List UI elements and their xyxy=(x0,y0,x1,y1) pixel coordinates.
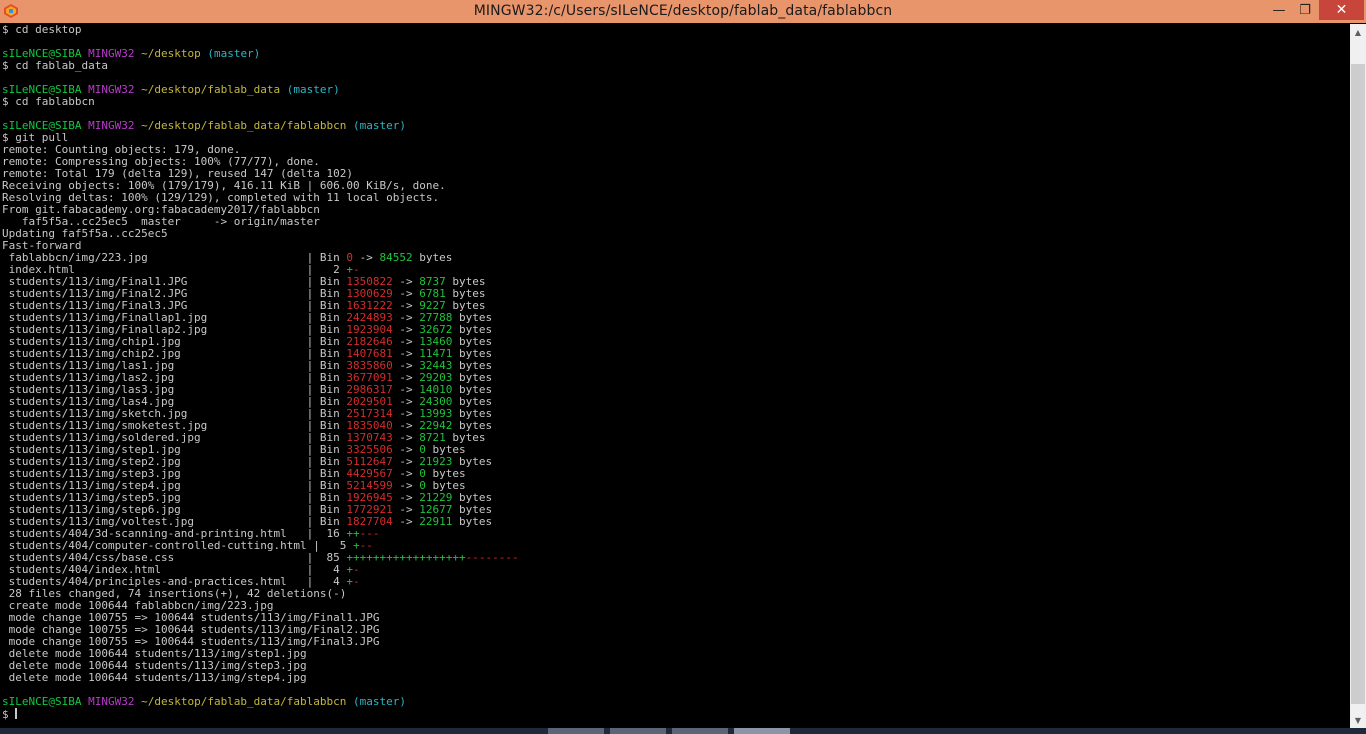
scroll-down-arrow-icon[interactable]: ▼ xyxy=(1350,712,1366,728)
terminal-line: Updating faf5f5a..cc25ec5 xyxy=(2,228,1348,240)
terminal-line: sILeNCE@SIBA MINGW32 ~/desktop/fablab_da… xyxy=(2,84,1348,96)
minimize-button[interactable]: — xyxy=(1266,0,1292,20)
deletion-text: - xyxy=(353,575,360,588)
insertion-text: 84552 xyxy=(379,251,413,264)
prompt-path: ~/desktop/fablab_data xyxy=(141,83,281,96)
terminal-text: bytes xyxy=(412,251,453,264)
terminal-text: $ cd fablabbcn xyxy=(2,95,95,108)
taskbar-button[interactable] xyxy=(672,728,728,734)
insertion-text: ++++++++++++++++++ xyxy=(346,551,466,564)
scrollbar-thumb[interactable] xyxy=(1351,64,1365,704)
terminal-line: sILeNCE@SIBA MINGW32 ~/desktop/fablab_da… xyxy=(2,120,1348,132)
terminal-window: MINGW32:/c/Users/sILeNCE/desktop/fablab_… xyxy=(0,0,1366,734)
prompt-host: MINGW32 xyxy=(88,119,135,132)
taskbar-button-active[interactable] xyxy=(734,728,790,734)
close-button[interactable]: ✕ xyxy=(1319,0,1364,20)
terminal-text: -> xyxy=(392,515,420,528)
taskbar-button[interactable] xyxy=(548,728,604,734)
terminal-text: $ cd fablab_data xyxy=(2,59,108,72)
terminal-line: delete mode 100644 students/113/img/step… xyxy=(2,672,1348,684)
terminal-text: $ xyxy=(2,708,16,721)
terminal-line: $ xyxy=(2,708,1348,721)
prompt-user: sILeNCE@SIBA xyxy=(2,695,82,708)
prompt-branch: (master) xyxy=(353,695,407,708)
prompt-branch: (master) xyxy=(353,119,407,132)
insertion-text: 22911 xyxy=(419,515,453,528)
deletion-text: -------- xyxy=(465,551,519,564)
scroll-up-arrow-icon[interactable]: ▲ xyxy=(1350,24,1366,40)
prompt-host: MINGW32 xyxy=(88,695,135,708)
maximize-button[interactable]: ❐ xyxy=(1292,0,1318,20)
title-bar[interactable]: MINGW32:/c/Users/sILeNCE/desktop/fablab_… xyxy=(0,0,1366,23)
terminal-line: $ cd fablab_data xyxy=(2,60,1348,72)
prompt-host: MINGW32 xyxy=(88,83,135,96)
taskbar-button[interactable] xyxy=(610,728,666,734)
prompt-branch: (master) xyxy=(286,83,340,96)
prompt-path: ~/desktop xyxy=(141,47,201,60)
terminal-line: sILeNCE@SIBA MINGW32 ~/desktop/fablab_da… xyxy=(2,696,1348,708)
insertion-text: + xyxy=(346,575,353,588)
prompt-path: ~/desktop/fablab_data/fablabbcn xyxy=(141,119,347,132)
vertical-scrollbar[interactable]: ▲ ▼ xyxy=(1350,24,1366,728)
terminal-line: $ cd fablabbcn xyxy=(2,96,1348,108)
terminal-output[interactable]: $ cd desktop sILeNCE@SIBA MINGW32 ~/deskt… xyxy=(2,24,1348,724)
text-cursor xyxy=(15,708,18,719)
terminal-text: $ cd desktop xyxy=(2,24,82,36)
terminal-line: faf5f5a..cc25ec5 master -> origin/master xyxy=(2,216,1348,228)
terminal-line: sILeNCE@SIBA MINGW32 ~/desktop (master) xyxy=(2,48,1348,60)
terminal-line: $ cd desktop xyxy=(2,24,1348,36)
prompt-path: ~/desktop/fablab_data/fablabbcn xyxy=(141,695,347,708)
terminal-text: delete mode 100644 students/113/img/step… xyxy=(2,671,307,684)
prompt-branch: (master) xyxy=(207,47,261,60)
terminal-text: bytes xyxy=(452,515,493,528)
window-title: MINGW32:/c/Users/sILeNCE/desktop/fablab_… xyxy=(473,3,893,19)
